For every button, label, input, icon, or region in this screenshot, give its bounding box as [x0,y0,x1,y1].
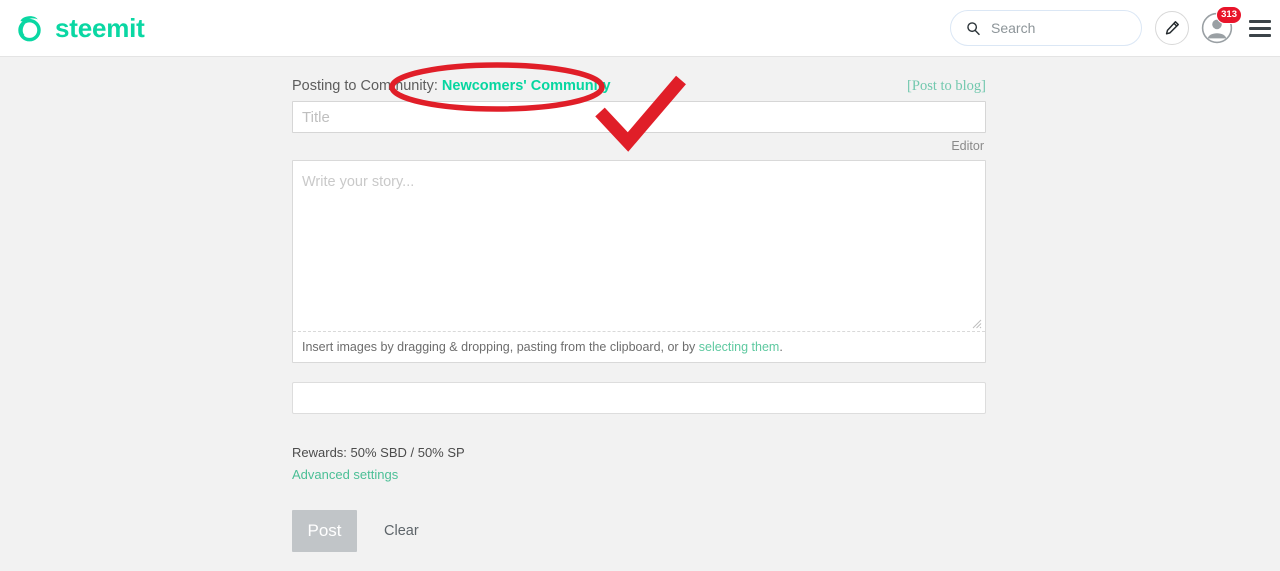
hamburger-bar-3 [1249,33,1271,37]
post-button[interactable]: Post [292,510,357,552]
search-input[interactable] [991,20,1121,36]
submit-post-form: Posting to Community: Newcomers' Communi… [292,57,986,552]
header-right-controls: 313 [950,6,1271,46]
image-insert-hint: Insert images by dragging & dropping, pa… [293,331,985,362]
user-avatar-button[interactable]: 313 [1201,6,1242,44]
advanced-settings-link[interactable]: Advanced settings [292,467,398,482]
image-hint-text: Insert images by dragging & dropping, pa… [302,340,699,354]
hamburger-bar-1 [1249,19,1271,23]
site-header: steemit Search 313 [0,0,1280,57]
notification-badge[interactable]: 313 [1216,6,1242,24]
search-icon [966,21,981,36]
rewards-label: Rewards: 50% SBD / 50% SP [292,445,465,460]
editor-mode-toggle[interactable]: Editor [951,139,984,153]
post-to-blog-link[interactable]: [Post to blog] [907,78,986,95]
pencil-icon [1164,20,1180,36]
image-hint-suffix: . [779,340,783,354]
post-body-editor: Insert images by dragging & dropping, pa… [292,160,986,363]
post-title-input[interactable] [292,101,986,133]
steemit-submit-post-page: steemit Search 313 Posting to Community:… [0,0,1280,571]
post-body-wrap [293,161,985,331]
form-actions: Post Clear [292,510,986,552]
posting-to-label: Posting to Community: [292,78,438,94]
brand-name: steemit [55,13,145,43]
posting-to-container: Posting to Community: Newcomers' Communi… [292,78,611,94]
editor-toggle-row: Editor [292,133,986,160]
selected-community-name[interactable]: Newcomers' Community [442,78,611,94]
select-images-link[interactable]: selecting them [699,340,780,354]
clear-button[interactable]: Clear [384,523,419,539]
steemit-logo-icon [13,12,46,45]
search-box[interactable] [950,10,1142,46]
posting-destination-row: Posting to Community: Newcomers' Communi… [292,57,986,101]
steemit-brand-home-link[interactable]: steemit [13,12,145,45]
post-tags-input[interactable] [292,382,986,414]
hamburger-bar-2 [1249,26,1271,30]
compose-post-button[interactable] [1155,11,1189,45]
post-body-textarea[interactable] [293,161,985,331]
hamburger-menu-icon[interactable] [1249,19,1271,37]
